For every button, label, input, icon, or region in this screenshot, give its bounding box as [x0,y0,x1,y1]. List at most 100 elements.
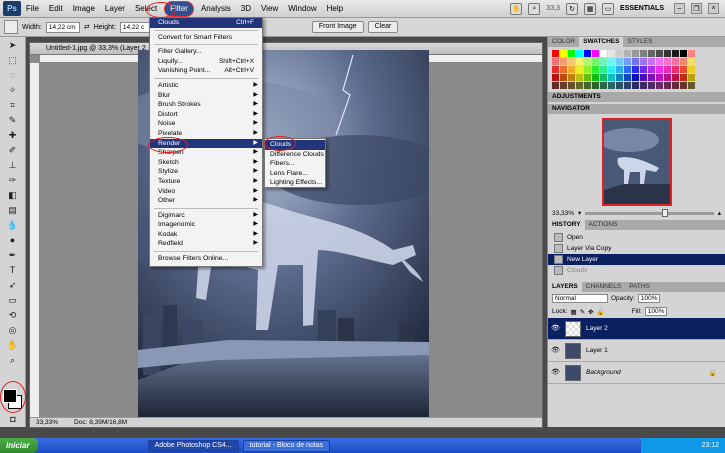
swatch-cell[interactable] [688,82,695,89]
workspace-switcher[interactable]: ESSENTIALS [620,5,664,12]
gradient-icon[interactable]: ▤ [4,203,22,217]
filter-item-artistic[interactable]: Artistic ▶ [150,81,262,91]
zoom-tool-icon[interactable]: ⌕ [4,353,22,367]
filter-item-distort[interactable]: Distort ▶ [150,110,262,120]
swatch-cell[interactable] [584,58,591,65]
swatch-cell[interactable] [648,74,655,81]
render-item-lighting-effects[interactable]: Lighting Effects... [265,178,325,188]
blur-icon[interactable]: 💧 [4,218,22,232]
restore-icon[interactable]: ❐ [691,3,702,14]
path-select-icon[interactable]: ➶ [4,278,22,292]
start-button[interactable]: Iniciar [0,438,38,453]
tab-swatches[interactable]: SWATCHES [579,37,624,47]
layer-row[interactable]: 👁 Layer 2 [548,318,725,340]
swatch-cell[interactable] [576,58,583,65]
arrange-icon[interactable]: ▦ [584,2,597,15]
move-tool-icon[interactable]: ➤ [4,38,22,52]
swatch-cell[interactable] [632,66,639,73]
render-item-lens-flare[interactable]: Lens Flare... [265,169,325,179]
tab-styles[interactable]: STYLES [623,37,656,47]
layer-row[interactable]: 👁 Background 🔒 [548,362,725,384]
history-item[interactable]: Open [548,232,725,243]
clear-button[interactable]: Clear [367,21,399,33]
menu-window[interactable]: Window [283,0,321,18]
lock-transparency-icon[interactable]: ▦ [571,308,577,316]
marquee-tool-icon[interactable]: ⬚ [4,53,22,67]
minimize-icon[interactable]: – [674,3,685,14]
zoom-icon[interactable]: ⌕ [528,2,541,15]
swatch-cell[interactable] [688,58,695,65]
lasso-tool-icon[interactable]: ◌ [4,68,22,82]
tab-history[interactable]: HISTORY [548,220,585,230]
swatch-cell[interactable] [632,74,639,81]
swatch-cell[interactable] [648,50,655,57]
swatch-cell[interactable] [624,58,631,65]
swatch-cell[interactable] [624,82,631,89]
swatch-cell[interactable] [680,58,687,65]
swatch-cell[interactable] [672,50,679,57]
swatch-cell[interactable] [672,74,679,81]
visibility-eye-icon[interactable]: 👁 [551,346,560,355]
swatch-cell[interactable] [616,66,623,73]
blend-mode-select[interactable]: Normal [552,294,608,303]
filter-item-clouds[interactable]: Clouds Ctrl+F [150,18,262,28]
swatch-cell[interactable] [640,74,647,81]
swatch-cell[interactable] [688,74,695,81]
swatch-cell[interactable] [568,66,575,73]
swatch-cell[interactable] [656,82,663,89]
history-item[interactable]: Clouds [548,265,725,276]
swatch-cell[interactable] [616,58,623,65]
zoom-level[interactable]: 33,3 [546,5,560,12]
swatch-cell[interactable] [632,50,639,57]
foreground-color-swatch[interactable] [3,389,17,403]
3d-orbit-icon[interactable]: ◎ [4,323,22,337]
swatch-cell[interactable] [560,58,567,65]
navigator-zoom-value[interactable]: 33,33% [552,210,574,217]
swatch-cell[interactable] [688,50,695,57]
eraser-icon[interactable]: ◧ [4,188,22,202]
swatch-cell[interactable] [672,66,679,73]
shape-icon[interactable]: ▭ [4,293,22,307]
swatch-cell[interactable] [648,82,655,89]
filter-item-other[interactable]: Other ▶ [150,196,262,206]
swatch-cell[interactable] [584,82,591,89]
swatch-cell[interactable] [560,66,567,73]
filter-item-vanishing-point[interactable]: Vanishing Point... Alt+Ctrl+V [150,66,262,76]
doc-size-status[interactable]: Doc: 8,39M/16,8M [74,419,127,426]
swatch-cell[interactable] [632,82,639,89]
pen-icon[interactable]: ✒ [4,248,22,262]
tab-actions[interactable]: ACTIONS [585,220,622,230]
3d-rotate-icon[interactable]: ⟲ [4,308,22,322]
task-notepad[interactable]: tutorial - Bloco de notas [242,439,331,452]
swatch-cell[interactable] [616,50,623,57]
fill-input[interactable]: 100% [644,307,667,316]
swatch-cell[interactable] [592,50,599,57]
swatch-cell[interactable] [656,58,663,65]
swatch-cell[interactable] [568,50,575,57]
swatch-cell[interactable] [560,74,567,81]
screen-mode-icon[interactable]: ▭ [602,2,615,15]
filter-item-blur[interactable]: Blur ▶ [150,91,262,101]
swap-icon[interactable]: ⇄ [84,23,90,31]
menu-help[interactable]: Help [322,0,348,18]
swatch-cell[interactable] [672,82,679,89]
swatch-cell[interactable] [592,74,599,81]
front-image-button[interactable]: Front Image [311,21,364,33]
hand-tool-icon[interactable]: ✋ [4,338,22,352]
swatch-cell[interactable] [600,66,607,73]
lock-position-icon[interactable]: ✥ [588,308,593,316]
tab-color[interactable]: COLOR [548,37,579,47]
layer-row[interactable]: 👁 Layer 1 [548,340,725,362]
swatch-cell[interactable] [664,82,671,89]
navigator-header[interactable]: NAVIGATOR [548,104,725,114]
swatch-cell[interactable] [592,82,599,89]
swatch-cell[interactable] [576,82,583,89]
crop-icon[interactable]: ⌗ [4,98,22,112]
visibility-eye-icon[interactable]: 👁 [551,324,560,333]
filter-item-filter-gallery[interactable]: Filter Gallery... [150,47,262,57]
render-item-difference-clouds[interactable]: Difference Clouds [265,150,325,160]
rotate-icon[interactable]: ↻ [566,2,579,15]
swatch-cell[interactable] [616,74,623,81]
lock-pixels-icon[interactable]: ✎ [580,308,585,316]
render-item-fibers[interactable]: Fibers... [265,159,325,169]
